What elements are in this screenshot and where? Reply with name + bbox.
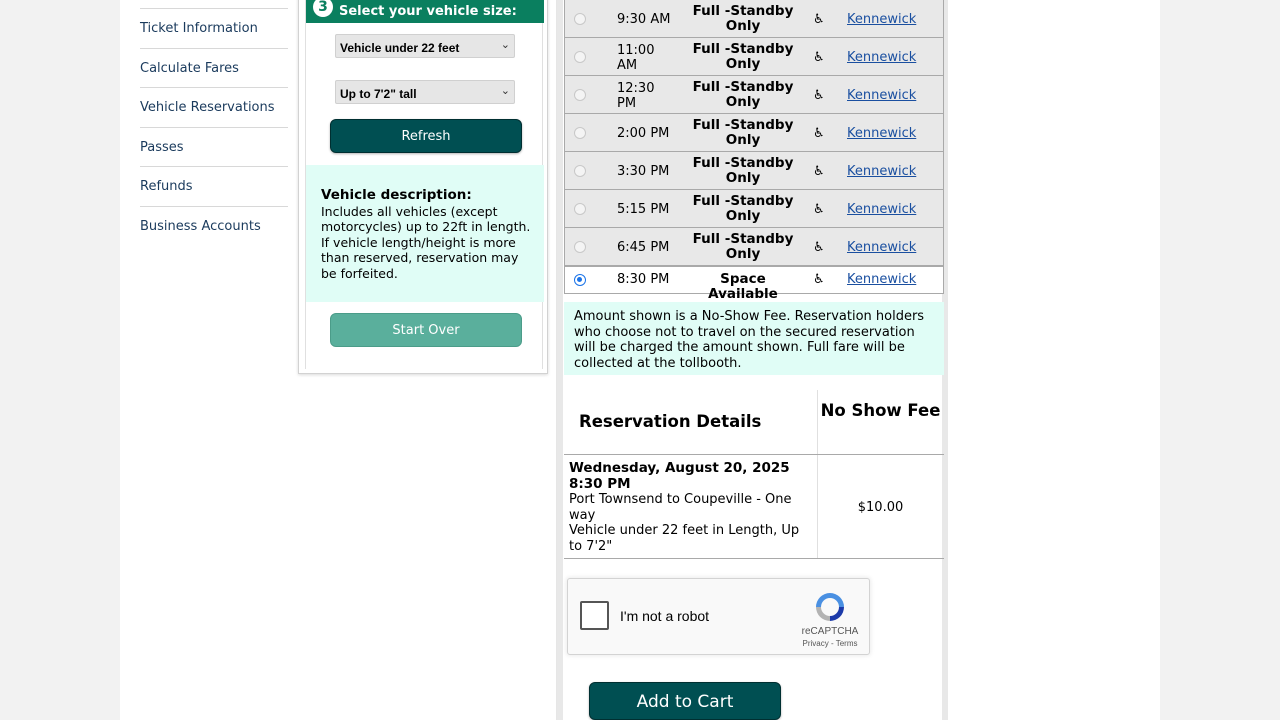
chevron-down-icon: ⌄	[500, 85, 510, 97]
recaptcha-brand: reCAPTCHA	[801, 626, 859, 637]
sailing-status: Full -Standby Only	[692, 79, 794, 110]
nav-ticket-information[interactable]: Ticket Information	[140, 8, 288, 48]
reservation-table-header: Reservation Details No Show Fee	[564, 390, 944, 455]
wheelchair-icon: ♿	[813, 88, 825, 103]
nav-business-accounts[interactable]: Business Accounts	[140, 205, 288, 246]
sailing-radio-selected[interactable]	[574, 274, 586, 286]
noshow-fee-heading: No Show Fee	[820, 401, 941, 420]
wheelchair-icon: ♿	[813, 164, 825, 179]
sailing-status: Space Available	[708, 271, 778, 302]
sailing-row[interactable]: 5:15 PM Full -Standby Only ♿ Kennewick	[564, 190, 944, 228]
vehicle-description-box: Vehicle description: Includes all vehicl…	[306, 165, 544, 302]
recaptcha-privacy-terms[interactable]: Privacy - Terms	[790, 639, 870, 648]
terminal-link[interactable]: Kennewick	[847, 12, 916, 27]
sailing-status: Full -Standby Only	[692, 231, 794, 262]
reservation-details-heading: Reservation Details	[579, 412, 762, 431]
nav-refunds[interactable]: Refunds	[140, 166, 288, 206]
reservation-route: Port Townsend to Coupeville - One way	[569, 492, 792, 523]
terminal-link[interactable]: Kennewick	[847, 126, 916, 141]
sailing-time: 2:00 PM	[617, 126, 670, 141]
sailing-row-selected[interactable]: 8:30 PM Space Available ♿ Kennewick	[564, 266, 944, 302]
refresh-button[interactable]: Refresh	[330, 119, 522, 153]
terminal-link[interactable]: Kennewick	[847, 164, 916, 179]
chevron-down-icon: ⌄	[500, 39, 510, 51]
wheelchair-icon: ♿	[813, 126, 825, 141]
sailing-status: Full -Standby Only	[692, 3, 794, 34]
step-number-badge: 3	[313, 0, 333, 17]
noshow-fee-note: Amount shown is a No-Show Fee. Reservati…	[564, 302, 944, 375]
recaptcha-widget: I'm not a robot reCAPTCHA Privacy - Term…	[567, 578, 870, 655]
vehicle-length-value: Vehicle under 22 feet	[340, 41, 460, 55]
sailing-time: 9:30 AM	[617, 12, 671, 27]
nav-passes[interactable]: Passes	[140, 126, 288, 167]
terminal-link[interactable]: Kennewick	[847, 240, 916, 255]
sailing-radio[interactable]	[574, 127, 586, 139]
add-to-cart-button[interactable]: Add to Cart	[589, 682, 781, 720]
sailing-radio[interactable]	[574, 51, 586, 63]
sailing-row[interactable]: 6:45 PM Full -Standby Only ♿ Kennewick	[564, 228, 944, 266]
vehicle-height-value: Up to 7'2" tall	[340, 87, 417, 101]
recaptcha-logo-icon	[816, 593, 844, 621]
sailing-row[interactable]: 3:30 PM Full -Standby Only ♿ Kennewick	[564, 152, 944, 190]
sailing-row[interactable]: 9:30 AM Full -Standby Only ♿ Kennewick	[564, 0, 944, 38]
step-header: 3 Select your vehicle size:	[306, 0, 544, 23]
sailing-radio[interactable]	[574, 165, 586, 177]
sailing-row[interactable]: 12:30 PM Full -Standby Only ♿ Kennewick	[564, 76, 944, 114]
start-over-button[interactable]: Start Over	[330, 313, 522, 347]
sailing-schedule: 9:30 AM Full -Standby Only ♿ Kennewick 1…	[564, 0, 944, 302]
sailing-time: 8:30 PM	[617, 272, 670, 287]
reservation-vehicle: Vehicle under 22 feet in Length, Up to 7…	[569, 523, 800, 554]
recaptcha-checkbox[interactable]	[580, 601, 609, 630]
sailing-time: 6:45 PM	[617, 240, 670, 255]
wheelchair-icon: ♿	[813, 272, 825, 287]
sailing-time: 3:30 PM	[617, 164, 670, 179]
terminal-link[interactable]: Kennewick	[847, 88, 916, 103]
wheelchair-icon: ♿	[813, 202, 825, 217]
terminal-link[interactable]: Kennewick	[847, 202, 916, 217]
sailing-radio[interactable]	[574, 13, 586, 25]
vehicle-size-panel-inner: 3 Select your vehicle size: Vehicle unde…	[305, 0, 544, 369]
reservation-details-table: Reservation Details No Show Fee Wednesda…	[564, 390, 944, 559]
sailing-time: 11:00 AM	[617, 43, 655, 73]
sailing-status: Full -Standby Only	[692, 117, 794, 148]
wheelchair-icon: ♿	[813, 12, 825, 27]
sailing-radio[interactable]	[574, 241, 586, 253]
vehicle-length-select[interactable]: Vehicle under 22 feet ⌄	[335, 34, 515, 58]
sailing-status: Full -Standby Only	[692, 155, 794, 186]
sailing-row[interactable]: 2:00 PM Full -Standby Only ♿ Kennewick	[564, 114, 944, 152]
nav-vehicle-reservations[interactable]: Vehicle Reservations	[140, 87, 288, 127]
vehicle-height-select[interactable]: Up to 7'2" tall ⌄	[335, 80, 515, 104]
reservation-date: Wednesday, August 20, 2025	[569, 460, 790, 476]
left-nav: Ticket Information Calculate Fares Vehic…	[140, 8, 288, 245]
vehicle-description-text: Includes all vehicles (except motorcycle…	[321, 203, 531, 281]
sailing-status: Full -Standby Only	[692, 41, 794, 72]
step-title: Select your vehicle size:	[339, 4, 517, 19]
reservation-summary: Wednesday, August 20, 2025 8:30 PM Port …	[569, 460, 809, 554]
sailing-time: 12:30 PM	[617, 81, 655, 111]
sailing-time: 5:15 PM	[617, 202, 670, 217]
noshow-fee-amount: $10.00	[857, 500, 904, 515]
nav-calculate-fares[interactable]: Calculate Fares	[140, 47, 288, 88]
vehicle-description-title: Vehicle description:	[321, 187, 472, 203]
wheelchair-icon: ♿	[813, 240, 825, 255]
sailing-row[interactable]: 11:00 AM Full -Standby Only ♿ Kennewick	[564, 38, 944, 76]
reservation-row: Wednesday, August 20, 2025 8:30 PM Port …	[564, 455, 944, 559]
vehicle-size-panel: 3 Select your vehicle size: Vehicle unde…	[298, 0, 548, 374]
recaptcha-label: I'm not a robot	[620, 608, 710, 624]
terminal-link[interactable]: Kennewick	[847, 272, 916, 287]
wheelchair-icon: ♿	[813, 50, 825, 65]
reservation-time: 8:30 PM	[569, 475, 631, 492]
sailing-radio[interactable]	[574, 203, 586, 215]
main-column-left-border	[557, 0, 563, 720]
terminal-link[interactable]: Kennewick	[847, 50, 916, 65]
sailing-status: Full -Standby Only	[692, 193, 794, 224]
sailing-radio[interactable]	[574, 89, 586, 101]
